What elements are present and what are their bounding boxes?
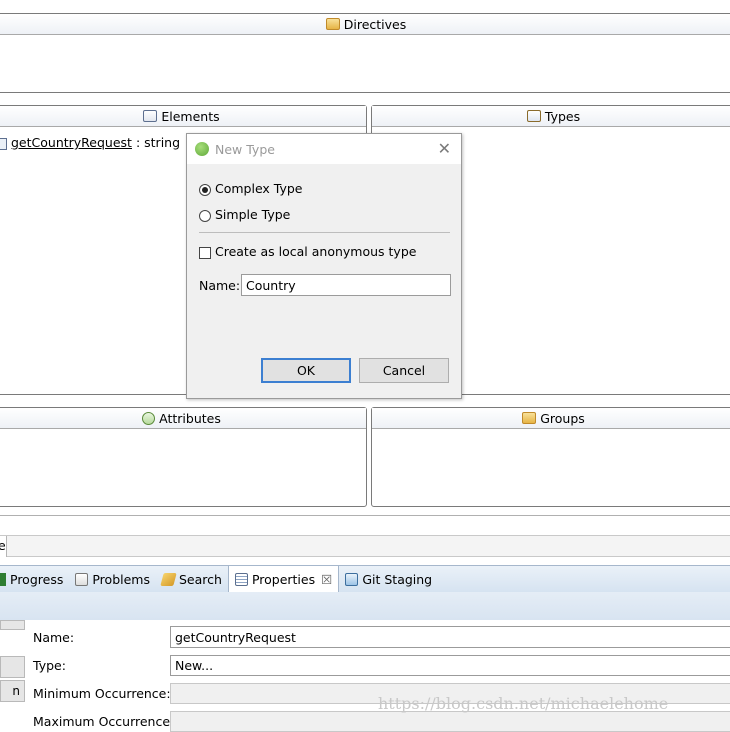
simple-type-label: Simple Type xyxy=(214,207,291,222)
maximum-occurrence-field[interactable] xyxy=(170,711,730,732)
groups-title: Groups xyxy=(540,410,585,426)
attributes-header[interactable]: Attributes xyxy=(0,408,366,429)
dialog-title: New Type xyxy=(215,141,275,157)
name-label: Name: xyxy=(33,630,75,645)
types-title: Types xyxy=(544,108,581,124)
type-icon xyxy=(526,110,541,122)
element-node-icon xyxy=(0,137,7,150)
list-item[interactable]: getCountryRequest : string xyxy=(0,135,180,151)
editor-tab-label: e xyxy=(0,538,6,553)
ok-button[interactable]: OK xyxy=(261,358,351,383)
name-label: Name: xyxy=(199,278,241,293)
group-folder-icon xyxy=(522,412,537,424)
side-button-n[interactable]: n xyxy=(0,680,25,702)
type-field[interactable]: New... xyxy=(170,655,730,676)
search-icon xyxy=(160,572,177,586)
directives-panel: Directives xyxy=(0,13,730,93)
tab-search-label: Search xyxy=(178,571,222,587)
attribute-icon xyxy=(142,411,156,425)
close-icon[interactable]: ✕ xyxy=(438,139,451,158)
types-header[interactable]: Types xyxy=(372,106,730,127)
dialog-separator xyxy=(199,232,450,233)
anonymous-type-option[interactable]: Create as local anonymous type xyxy=(199,244,416,259)
element-icon xyxy=(143,110,158,122)
tab-search[interactable]: Search xyxy=(156,566,228,592)
complex-type-radio[interactable] xyxy=(199,183,211,196)
directives-header[interactable]: Directives xyxy=(0,14,730,35)
tab-properties-label: Properties xyxy=(251,571,316,587)
groups-header[interactable]: Groups xyxy=(372,408,730,429)
tab-progress-label: Progress xyxy=(10,571,64,587)
tab-problems-label: Problems xyxy=(92,571,150,587)
anonymous-type-label: Create as local anonymous type xyxy=(214,244,417,259)
properties-area: n Name: getCountryRequest Type: New... M… xyxy=(0,620,730,732)
folder-icon xyxy=(325,18,340,30)
anonymous-type-checkbox[interactable] xyxy=(199,246,211,259)
attributes-title: Attributes xyxy=(159,410,221,426)
side-button-top[interactable] xyxy=(0,620,25,630)
properties-header-strip xyxy=(0,592,730,620)
maximum-occurrence-label: Maximum Occurrence: xyxy=(33,714,175,729)
properties-icon xyxy=(234,572,248,586)
complex-type-label: Complex Type xyxy=(214,181,303,196)
git-staging-icon xyxy=(345,572,359,586)
new-type-dialog: New Type ✕ Complex Type Simple Type Crea… xyxy=(186,133,462,399)
side-button[interactable] xyxy=(0,656,25,678)
tab-git-staging[interactable]: Git Staging xyxy=(339,566,438,592)
problems-icon xyxy=(75,572,89,586)
type-label: Type: xyxy=(33,658,66,673)
complex-type-option[interactable]: Complex Type xyxy=(199,181,303,196)
name-field[interactable]: getCountryRequest xyxy=(170,626,730,648)
name-input[interactable]: Country xyxy=(241,274,451,296)
groups-panel: Groups xyxy=(371,407,730,507)
element-name[interactable]: getCountryRequest xyxy=(11,135,132,150)
divider xyxy=(0,515,730,516)
tab-git-staging-label: Git Staging xyxy=(362,571,433,587)
dialog-title-bar[interactable]: New Type xyxy=(187,134,461,164)
cancel-button[interactable]: Cancel xyxy=(359,358,449,383)
editor-tab-strip: e xyxy=(0,535,730,557)
spring-leaf-icon xyxy=(195,142,209,156)
editor-tab[interactable]: e xyxy=(0,536,7,557)
side-button-label: n xyxy=(12,684,20,698)
tab-properties[interactable]: Properties ☒ xyxy=(227,565,340,592)
attributes-panel: Attributes xyxy=(0,407,367,507)
elements-title: Elements xyxy=(161,108,220,124)
progress-icon xyxy=(0,572,6,586)
simple-type-option[interactable]: Simple Type xyxy=(199,207,290,222)
elements-header[interactable]: Elements xyxy=(0,106,366,127)
watermark: https://blog.csdn.net/michaelehome xyxy=(378,694,669,713)
minimum-occurrence-label: Minimum Occurrence: xyxy=(33,686,171,701)
element-type: : string xyxy=(135,135,181,150)
view-tab-bar: Progress Problems Search Properties ☒ Gi… xyxy=(0,565,730,592)
tab-progress[interactable]: Progress xyxy=(0,566,69,592)
simple-type-radio[interactable] xyxy=(199,209,211,222)
tab-problems[interactable]: Problems xyxy=(69,566,156,592)
directives-title: Directives xyxy=(343,16,407,32)
close-icon[interactable]: ☒ xyxy=(321,572,332,587)
